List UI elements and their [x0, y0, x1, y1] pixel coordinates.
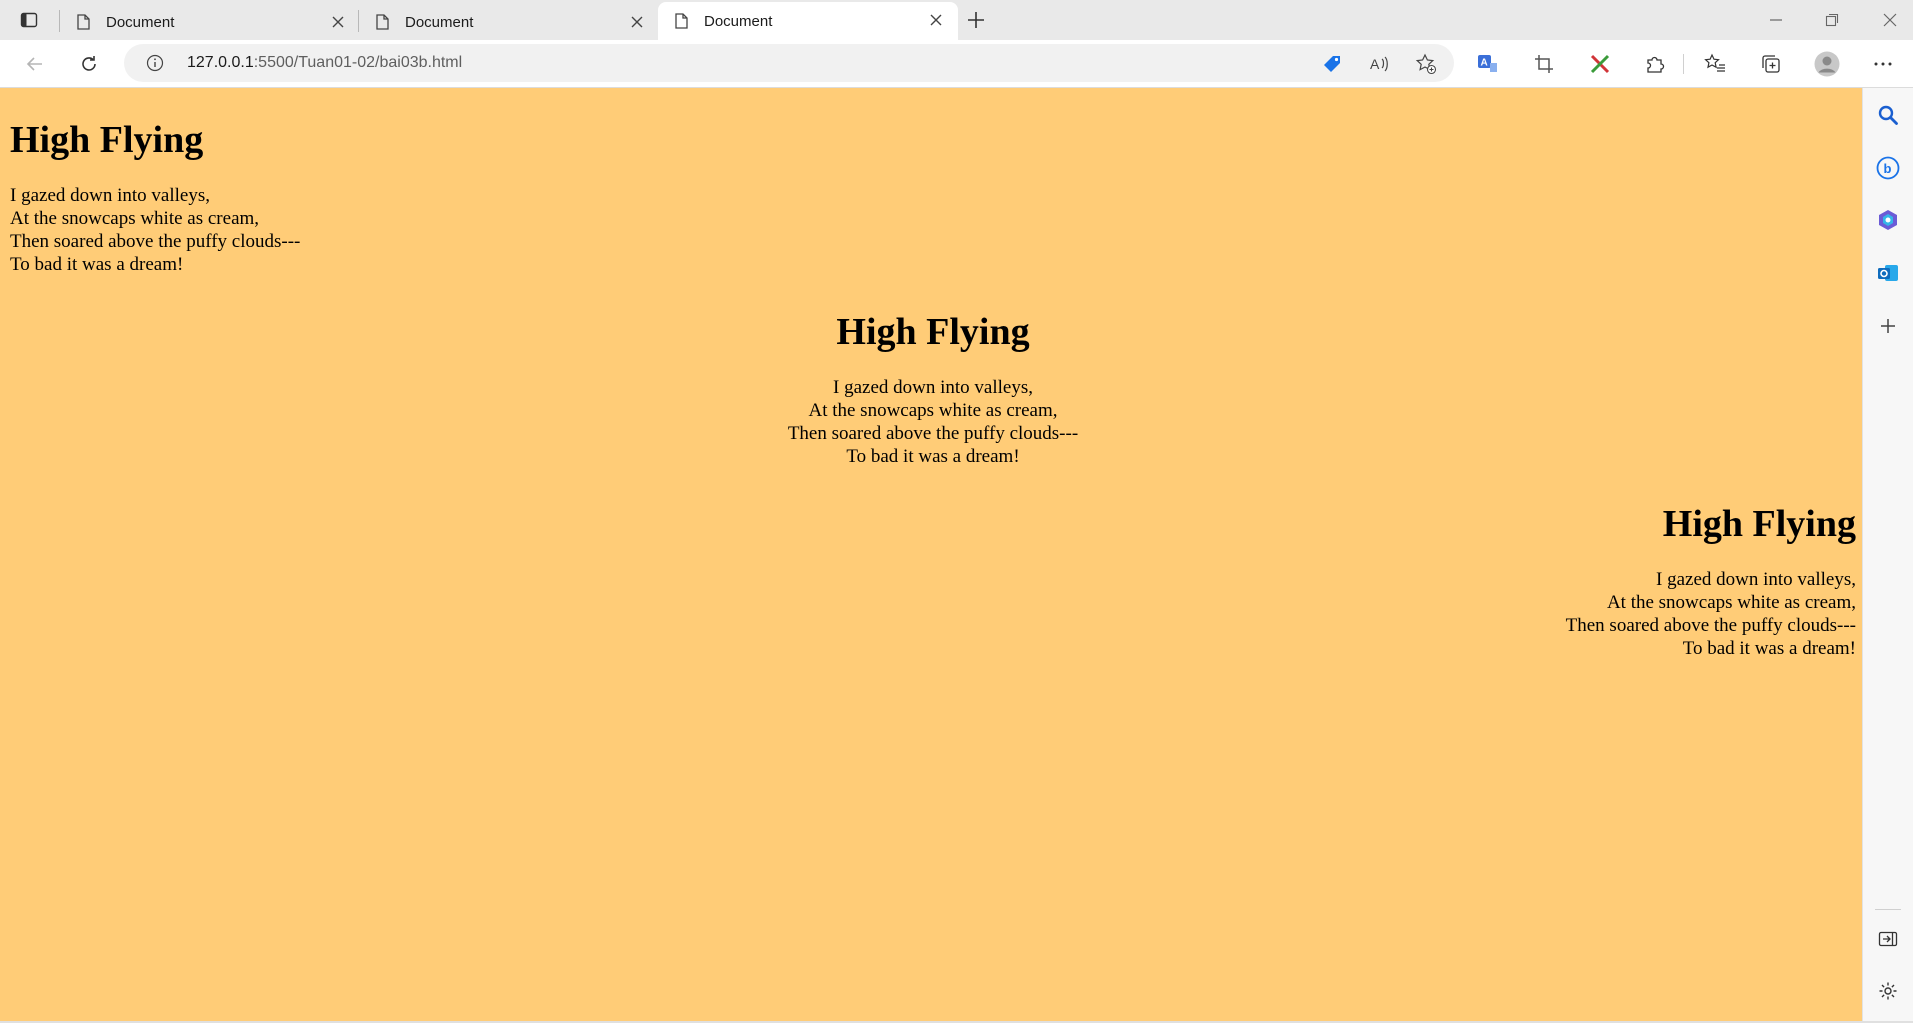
- poem-body: I gazed down into valleys, At the snowca…: [10, 376, 1856, 468]
- bing-icon: b: [1876, 156, 1900, 180]
- sidebar-search-button[interactable]: [1875, 102, 1901, 128]
- tab-title: Document: [106, 13, 175, 31]
- tools-extension-icon: [1590, 54, 1610, 74]
- outlook-icon: [1878, 265, 1898, 281]
- more-options-button[interactable]: [1870, 51, 1896, 77]
- favorites-button[interactable]: [1702, 51, 1728, 77]
- minimize-icon: [1770, 19, 1782, 21]
- copilot-icon: [1879, 210, 1897, 230]
- poem-line: At the snowcaps white as cream,: [10, 208, 260, 229]
- hide-sidebar-button[interactable]: [1875, 926, 1901, 952]
- plus-icon: [1881, 319, 1895, 333]
- sidebar-divider: [1875, 909, 1901, 910]
- close-icon[interactable]: [629, 14, 645, 30]
- poem-line: I gazed down into valleys,: [833, 377, 1033, 398]
- profile-button[interactable]: [1814, 51, 1840, 77]
- poem-line: Then soared above the puffy clouds---: [10, 231, 301, 252]
- toolbar-divider: [1683, 54, 1684, 74]
- poem-center-aligned: High Flying I gazed down into valleys, A…: [10, 310, 1856, 468]
- page-viewport: High Flying I gazed down into valleys, A…: [0, 88, 1862, 1021]
- translate-icon: A: [1478, 55, 1497, 72]
- address-bar[interactable]: 127.0.0.1:5500/Tuan01-02/bai03b.html A: [124, 44, 1454, 82]
- tools-extension-button[interactable]: [1587, 51, 1613, 77]
- minimize-button[interactable]: [1762, 6, 1790, 34]
- tab-document-3[interactable]: Document: [658, 2, 958, 40]
- translate-button[interactable]: A: [1475, 51, 1501, 77]
- svg-text:b: b: [1884, 161, 1892, 176]
- document-icon: [375, 14, 391, 30]
- poem-line: I gazed down into valleys,: [10, 185, 210, 206]
- poem-line: To bad it was a dream!: [10, 254, 184, 275]
- back-button[interactable]: [22, 51, 48, 77]
- document-icon: [76, 14, 92, 30]
- refresh-button[interactable]: [76, 51, 102, 77]
- tab-document-1[interactable]: Document: [60, 4, 360, 40]
- poem-heading: High Flying: [836, 311, 1030, 353]
- poem-line: At the snowcaps white as cream,: [1606, 592, 1856, 613]
- sidebar-add-button[interactable]: [1875, 313, 1901, 339]
- puzzle-icon: [1647, 56, 1665, 73]
- poem-line: I gazed down into valleys,: [1656, 569, 1856, 590]
- restore-button[interactable]: [1818, 6, 1846, 34]
- crop-icon: [1535, 55, 1553, 73]
- close-window-button[interactable]: [1876, 6, 1904, 34]
- read-aloud-icon[interactable]: A: [1368, 53, 1390, 75]
- tab-title: Document: [405, 13, 474, 31]
- screenshot-button[interactable]: [1531, 51, 1557, 77]
- ellipsis-icon: [1874, 62, 1892, 66]
- extensions-button[interactable]: [1642, 51, 1668, 77]
- poem-line: To bad it was a dream!: [846, 446, 1020, 467]
- sidebar-outlook-button[interactable]: [1875, 260, 1901, 286]
- tag-icon[interactable]: [1321, 53, 1343, 75]
- poem-right-aligned: High Flying I gazed down into valleys, A…: [10, 502, 1856, 660]
- tab-actions-icon[interactable]: [18, 9, 40, 31]
- close-icon: [1883, 13, 1897, 27]
- restore-icon: [1825, 13, 1839, 27]
- sidebar-bing-button[interactable]: b: [1875, 155, 1901, 181]
- new-tab-button[interactable]: [964, 8, 988, 32]
- poem-line: Then soared above the puffy clouds---: [1565, 615, 1856, 636]
- url-text[interactable]: 127.0.0.1:5500/Tuan01-02/bai03b.html: [187, 54, 462, 72]
- favorites-icon: [1704, 53, 1725, 72]
- tab-strip: Document Document Document: [0, 0, 1913, 40]
- svg-text:A: A: [1370, 56, 1380, 72]
- svg-text:A: A: [1481, 58, 1488, 69]
- poem-body: I gazed down into valleys, At the snowca…: [10, 568, 1856, 660]
- info-icon[interactable]: [146, 54, 164, 72]
- tab-document-2[interactable]: Document: [359, 4, 659, 40]
- poem-left-aligned: High Flying I gazed down into valleys, A…: [10, 118, 1856, 276]
- close-icon[interactable]: [330, 14, 346, 30]
- url-host: 127.0.0.1: [187, 54, 254, 71]
- collections-icon: [1762, 55, 1780, 73]
- sidebar-settings-button[interactable]: [1875, 978, 1901, 1004]
- poem-body: I gazed down into valleys, At the snowca…: [10, 184, 1856, 276]
- gear-icon: [1879, 982, 1897, 1000]
- hide-sidebar-icon: [1878, 931, 1898, 947]
- poem-heading: High Flying: [10, 119, 204, 161]
- poem-heading: High Flying: [1662, 503, 1856, 545]
- plus-icon: [968, 12, 984, 28]
- back-arrow-icon: [26, 57, 42, 71]
- edge-sidebar: b: [1862, 88, 1913, 1023]
- poem-line: At the snowcaps white as cream,: [808, 400, 1058, 421]
- url-path: :5500/Tuan01-02/bai03b.html: [253, 54, 463, 71]
- avatar-icon: [1814, 51, 1840, 77]
- search-icon: [1878, 105, 1898, 125]
- document-icon: [674, 13, 690, 29]
- close-icon[interactable]: [928, 12, 944, 28]
- poem-line: Then soared above the puffy clouds---: [787, 423, 1079, 444]
- sidebar-copilot-button[interactable]: [1875, 207, 1901, 233]
- collections-button[interactable]: [1758, 51, 1784, 77]
- star-add-icon[interactable]: [1415, 53, 1437, 75]
- poem-line: To bad it was a dream!: [1682, 638, 1856, 659]
- refresh-icon: [82, 56, 96, 71]
- tab-title: Document: [704, 12, 773, 30]
- browser-toolbar: 127.0.0.1:5500/Tuan01-02/bai03b.html A A: [0, 40, 1913, 88]
